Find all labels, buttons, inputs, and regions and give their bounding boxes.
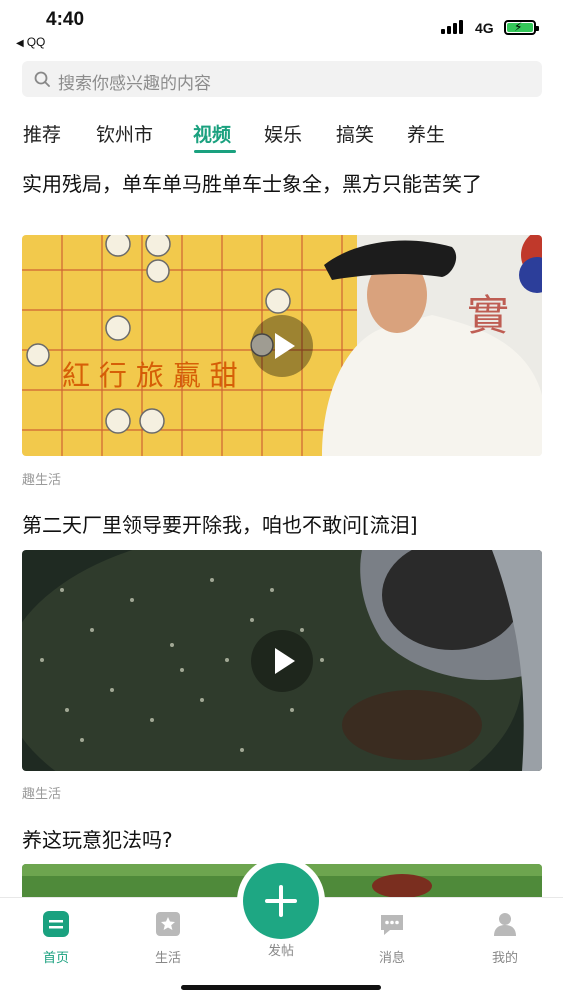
- nav-life-label: 生活: [154, 951, 181, 966]
- signal-icon: [441, 20, 467, 34]
- chat-bubble-icon: [381, 915, 403, 935]
- nav-mine[interactable]: 我的: [465, 910, 545, 966]
- tab-funny[interactable]: 搞笑: [336, 120, 374, 147]
- video-thumbnail[interactable]: 紅 行 旅 贏 甜 實: [22, 235, 542, 456]
- nav-home-label: 首页: [42, 951, 69, 966]
- search-bar[interactable]: 搜索你感兴趣的内容: [22, 61, 542, 97]
- tab-qinzhou[interactable]: 钦州市: [96, 120, 153, 147]
- post-source: 趣生活: [22, 787, 62, 802]
- back-app-label: QQ: [26, 35, 46, 49]
- nav-home[interactable]: 首页: [16, 910, 96, 966]
- video-thumbnail[interactable]: [22, 550, 542, 771]
- tab-health[interactable]: 养生: [407, 120, 445, 147]
- category-tabs: 推荐 钦州市 视频 娱乐 搞笑 养生: [0, 120, 563, 156]
- back-to-app-link[interactable]: ◀ QQ: [16, 35, 45, 49]
- status-bar: 4:40 ◀ QQ 4G ⚡: [0, 0, 563, 52]
- post-source: 趣生活: [22, 473, 62, 488]
- play-button-icon[interactable]: [251, 629, 313, 692]
- tab-entertainment[interactable]: 娱乐: [264, 120, 302, 147]
- svg-text:實: 實: [467, 291, 509, 340]
- nav-post-label: 发帖: [267, 944, 294, 959]
- nav-messages-label: 消息: [378, 951, 405, 966]
- battery-icon: ⚡: [504, 20, 539, 35]
- network-label: 4G: [475, 20, 494, 36]
- search-icon: [34, 71, 50, 87]
- tab-video[interactable]: 视频: [193, 120, 231, 147]
- status-time: 4:40: [46, 9, 85, 30]
- tab-recommend[interactable]: 推荐: [23, 120, 61, 147]
- post-title[interactable]: 第二天厂里领导要开除我，咱也不敢问[流泪]: [22, 512, 547, 539]
- bookmark-icon: [156, 912, 180, 936]
- post-title[interactable]: 养这玩意犯法吗?: [22, 827, 547, 854]
- home-indicator: [181, 985, 381, 990]
- search-placeholder: 搜索你感兴趣的内容: [58, 74, 211, 94]
- back-arrow-icon: ◀: [16, 38, 24, 49]
- user-icon: [494, 913, 516, 936]
- home-icon: [43, 911, 69, 937]
- nav-messages[interactable]: 消息: [352, 910, 432, 966]
- play-button-icon[interactable]: [251, 314, 313, 377]
- svg-text:紅 行 旅 贏 甜: 紅 行 旅 贏 甜: [62, 359, 238, 392]
- active-tab-indicator: [194, 150, 236, 153]
- nav-life[interactable]: 生活: [128, 910, 208, 966]
- post-plus-button[interactable]: [243, 863, 319, 939]
- nav-mine-label: 我的: [491, 951, 518, 966]
- post-title[interactable]: 实用残局，单车单马胜单车士象全，黑方只能苦笑了: [22, 171, 547, 198]
